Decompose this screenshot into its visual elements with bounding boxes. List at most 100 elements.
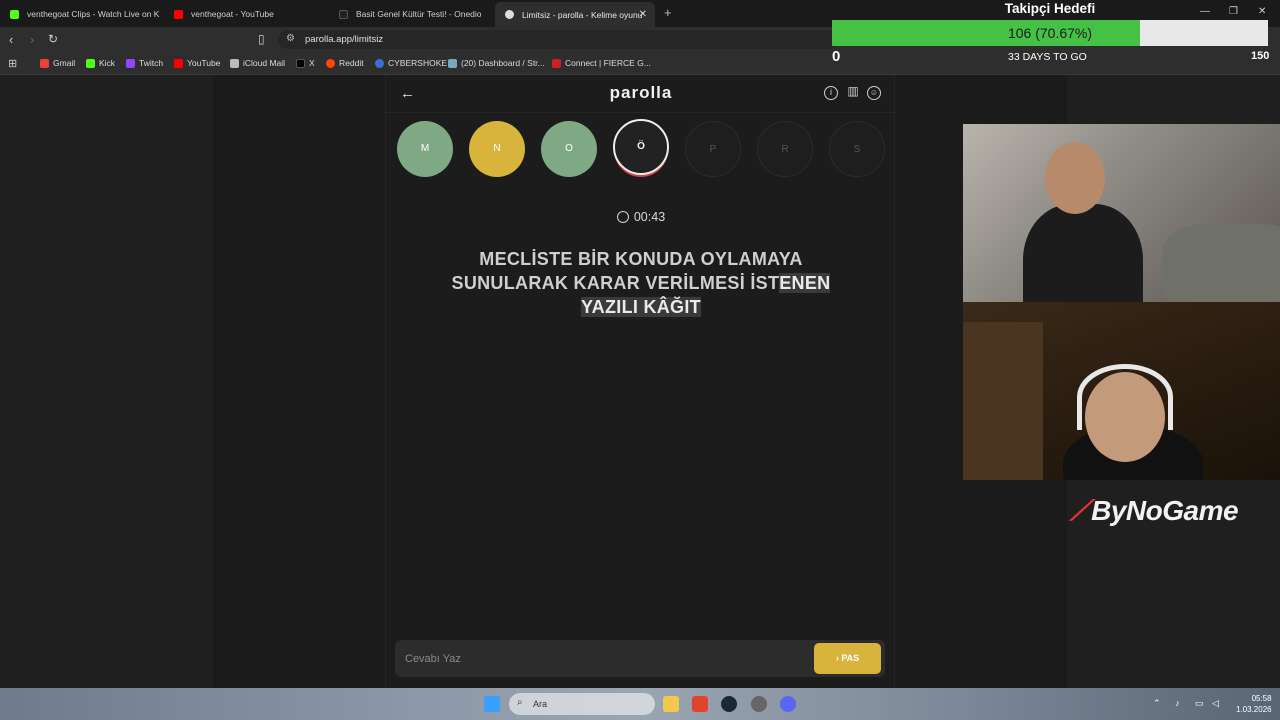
sponsor-name: ByNoGame bbox=[1091, 495, 1239, 526]
tab-label: Basit Genel Kültür Testi! - Onedio bbox=[356, 9, 482, 19]
search-label: Ara bbox=[533, 699, 548, 709]
bookmark-twitch[interactable]: Twitch bbox=[126, 58, 163, 68]
cabinet bbox=[963, 322, 1043, 480]
start-icon[interactable] bbox=[484, 696, 500, 712]
file-explorer-icon[interactable] bbox=[663, 696, 679, 712]
letter-text: S bbox=[853, 144, 861, 155]
brave-icon[interactable] bbox=[692, 696, 708, 712]
profile-icon[interactable]: ☺ bbox=[867, 86, 881, 100]
reload-icon[interactable]: ↻ bbox=[48, 32, 58, 46]
parolla-app: ← parolla i ▥ ☺ M N O Ö P R S 00:43 MECL… bbox=[385, 75, 896, 688]
network-icon[interactable]: ▭ bbox=[1195, 698, 1204, 709]
person-body bbox=[1023, 204, 1143, 302]
person-head bbox=[1045, 142, 1105, 214]
forward-icon[interactable]: › bbox=[30, 32, 34, 47]
close-tab-icon[interactable]: ✕ bbox=[639, 9, 647, 20]
app-logo: parolla bbox=[609, 83, 673, 102]
tray-chevron-icon[interactable]: ⌃ bbox=[1153, 698, 1161, 709]
letter-circle-m: M bbox=[397, 121, 453, 177]
bynogame-mark-icon: ⟋ bbox=[1070, 495, 1090, 526]
letter-circle-o: O bbox=[541, 121, 597, 177]
clock-date: 1.03.2026 bbox=[1236, 705, 1272, 714]
cybershoke-icon bbox=[375, 58, 384, 68]
taskbar-clock[interactable]: 05:58 1.03.2026 bbox=[1236, 693, 1272, 715]
bookmark-cybershoke[interactable]: CYBERSHOKE bbox=[375, 58, 447, 68]
site-info-icon[interactable]: ⚙ bbox=[286, 33, 295, 44]
info-icon[interactable]: i bbox=[824, 86, 838, 100]
app-header: ← parolla i ▥ ☺ bbox=[386, 75, 896, 113]
kick-icon bbox=[86, 58, 95, 68]
bookmark-label: Gmail bbox=[53, 58, 76, 68]
bookmark-youtube[interactable]: YouTube bbox=[174, 58, 220, 68]
tab-parolla[interactable]: Limitsiz - parolla - Kelime oyunu ✕ bbox=[495, 2, 655, 27]
pass-button[interactable]: › PAS bbox=[814, 643, 881, 674]
apps-grid-icon[interactable]: ⊞ bbox=[8, 57, 17, 70]
parolla-icon bbox=[505, 10, 514, 19]
letter-text: N bbox=[493, 143, 501, 154]
clock-icon bbox=[616, 211, 629, 223]
tab-youtube[interactable]: venthegoat - YouTube bbox=[164, 4, 332, 24]
discord-icon[interactable] bbox=[780, 696, 796, 712]
letter-text: R bbox=[781, 144, 789, 155]
letter-progress: M N O Ö P R S bbox=[386, 119, 896, 181]
url-field[interactable]: ⚙ parolla.app/limitsiz bbox=[278, 30, 838, 49]
webcam-streamer-1 bbox=[963, 124, 1280, 302]
headphones bbox=[1077, 364, 1173, 430]
letter-circle-p: P bbox=[685, 121, 741, 177]
volume-icon[interactable]: ◁ bbox=[1212, 698, 1219, 709]
goal-title: Takipçi Hedefi bbox=[1004, 1, 1096, 16]
fierce-icon bbox=[552, 58, 561, 68]
goal-progress-text: 106 (70.67%) bbox=[1007, 25, 1093, 41]
letter-text: P bbox=[709, 144, 717, 155]
letter-text: Ö bbox=[637, 141, 645, 152]
tab-kick-clips[interactable]: venthegoat Clips - Watch Live on Kick bbox=[0, 4, 160, 24]
youtube-icon bbox=[174, 58, 183, 68]
sponsor-logo: ⟋ByNoGame bbox=[1070, 495, 1239, 528]
bookmark-reddit[interactable]: Reddit bbox=[326, 58, 364, 68]
bookmark-icon[interactable]: ▯ bbox=[258, 32, 265, 46]
tab-label: venthegoat Clips - Watch Live on Kick bbox=[27, 9, 160, 19]
bookmark-label: Reddit bbox=[339, 58, 364, 68]
bookmark-label: CYBERSHOKE bbox=[388, 58, 448, 68]
bookmark-fierce[interactable]: Connect | FIERCE G... bbox=[552, 58, 651, 68]
letter-text: O bbox=[565, 143, 573, 154]
bookmark-label: X bbox=[309, 58, 315, 68]
bookmark-dashboard[interactable]: (20) Dashboard / Str... bbox=[448, 58, 545, 68]
back-icon[interactable]: ‹ bbox=[9, 32, 13, 47]
gmail-icon bbox=[40, 58, 49, 68]
twitch-icon bbox=[126, 58, 135, 68]
bookmark-label: (20) Dashboard / Str... bbox=[461, 58, 545, 68]
stats-icon[interactable]: ▥ bbox=[846, 85, 860, 100]
taskbar-search[interactable]: ⌕ Ara bbox=[509, 693, 655, 715]
goal-progress-bar: 106 (70.67%) bbox=[832, 20, 1268, 46]
dashboard-icon bbox=[448, 58, 457, 68]
answer-input[interactable] bbox=[405, 649, 795, 669]
letter-circle-current: Ö bbox=[613, 119, 669, 175]
steam-icon[interactable] bbox=[721, 696, 737, 712]
tab-onedio[interactable]: Basit Genel Kültür Testi! - Onedio bbox=[329, 4, 495, 24]
bookmark-label: iCloud Mail bbox=[243, 58, 286, 68]
webcam-streamer-2 bbox=[963, 302, 1280, 480]
windows-taskbar: ⌕ Ara ⌃ ♪ ▭ ◁ 05:58 1.03.2026 bbox=[0, 688, 1280, 720]
letter-circle-n: N bbox=[469, 121, 525, 177]
onedio-icon bbox=[339, 9, 348, 19]
bookmark-label: Kick bbox=[99, 58, 116, 68]
bookmark-icloud[interactable]: iCloud Mail bbox=[230, 58, 285, 68]
timer: 00:43 bbox=[386, 210, 896, 224]
search-icon: ⌕ bbox=[517, 697, 523, 708]
timer-value: 00:43 bbox=[633, 210, 666, 224]
bookmark-label: Twitch bbox=[139, 58, 164, 68]
bookmark-kick[interactable]: Kick bbox=[86, 58, 115, 68]
goal-max: 150 bbox=[1251, 50, 1270, 62]
bookmark-gmail[interactable]: Gmail bbox=[40, 58, 75, 68]
microphone-icon[interactable]: ♪ bbox=[1175, 698, 1180, 708]
kick-icon bbox=[10, 9, 19, 19]
letter-circle-r: R bbox=[757, 121, 813, 177]
bookmark-label: Connect | FIERCE G... bbox=[565, 58, 651, 68]
answer-box: › PAS bbox=[395, 640, 885, 677]
bookmark-x[interactable]: X bbox=[296, 58, 315, 68]
goal-days-left: 33 DAYS TO GO bbox=[1008, 51, 1087, 63]
new-tab-button[interactable]: + bbox=[664, 5, 672, 20]
obs-icon[interactable] bbox=[751, 696, 767, 712]
reddit-icon bbox=[326, 58, 335, 68]
